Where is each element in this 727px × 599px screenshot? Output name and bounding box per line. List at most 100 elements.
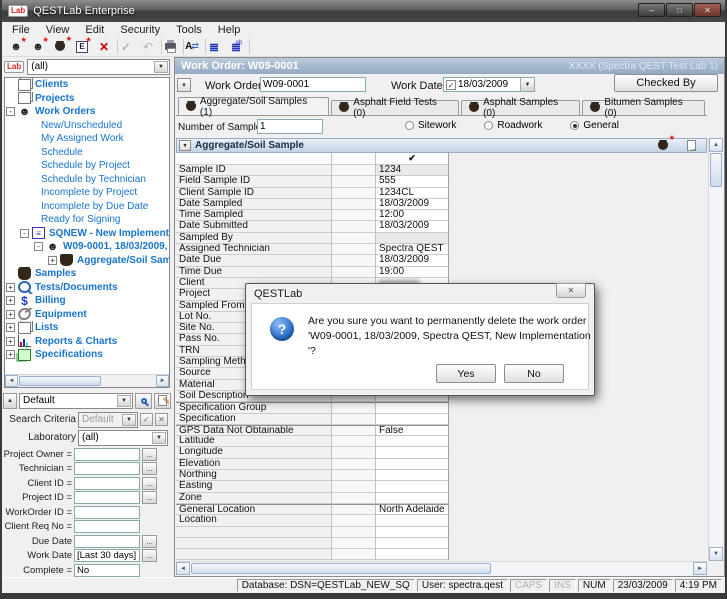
grid-row-value[interactable]: 18/03/2009 <box>376 255 449 266</box>
radio-icon[interactable] <box>405 121 414 130</box>
grid-row-value[interactable]: North Adelaide <box>376 504 449 515</box>
expand-toggle[interactable]: + <box>6 296 15 305</box>
new-sample-button[interactable] <box>49 38 71 56</box>
work-date-checkbox[interactable]: ✓ <box>446 80 456 90</box>
expand-toggle[interactable] <box>6 94 15 103</box>
search-criteria-select[interactable]: Default ▼ <box>78 412 138 428</box>
tree-item[interactable]: Projects <box>5 92 169 106</box>
grid-row-value[interactable] <box>376 459 449 470</box>
search-preset-select[interactable]: Default ▼ <box>19 393 133 409</box>
minimize-button[interactable] <box>638 3 665 17</box>
grid-row-value[interactable] <box>376 233 449 244</box>
tree-item[interactable]: Schedule <box>5 146 169 160</box>
clear-criteria-button[interactable]: ✕ <box>155 413 168 426</box>
tree-horizontal-scrollbar[interactable]: ◄ ► <box>5 374 169 387</box>
expand-toggle[interactable]: + <box>6 310 15 319</box>
search-field-input[interactable] <box>74 564 140 577</box>
laboratory-filter-select[interactable]: (all) ▼ <box>27 59 170 75</box>
no-button[interactable]: No <box>504 364 564 383</box>
collapse-form-button[interactable] <box>177 78 191 92</box>
ellipsis-button[interactable] <box>142 535 157 548</box>
run-search-button[interactable] <box>135 393 152 409</box>
sample-tab[interactable]: Aggregate/Soil Samples (1) <box>178 97 329 115</box>
menu-item[interactable]: Tools <box>168 24 210 36</box>
expand-toggle[interactable] <box>29 148 38 157</box>
expand-toggle[interactable] <box>29 202 38 211</box>
collapse-search-button[interactable]: ▲ <box>3 393 17 409</box>
tree-item[interactable]: Ready for Signing <box>5 213 169 227</box>
ellipsis-button[interactable] <box>142 448 157 461</box>
tree-item[interactable]: Samples <box>5 267 169 281</box>
tree-item[interactable]: Schedule by Technician <box>5 173 169 187</box>
sample-tab[interactable]: Asphalt Field Tests (0) <box>331 100 459 115</box>
spell-check-button[interactable] <box>181 38 203 56</box>
expand-toggle[interactable] <box>6 269 15 278</box>
tree-item[interactable]: Clients <box>5 78 169 92</box>
tree-item[interactable]: + Specifications <box>5 348 169 362</box>
work-date-picker[interactable]: ✓ 18/03/2009 ▼ <box>443 77 535 92</box>
sample-tab[interactable]: Bitumen Samples (0) <box>582 100 705 115</box>
search-field-input[interactable] <box>74 506 140 519</box>
tree-item[interactable]: + Lists <box>5 321 169 335</box>
grid-row-value[interactable]: 12:00 <box>376 210 449 221</box>
add-sample-button[interactable] <box>652 139 674 152</box>
grid-row-value[interactable]: 1234 <box>376 165 449 176</box>
search-field-input[interactable] <box>74 535 140 548</box>
expand-toggle[interactable] <box>29 175 38 184</box>
checked-by-button[interactable]: Checked By <box>614 74 718 92</box>
expand-toggle[interactable]: + <box>48 256 57 265</box>
expand-toggle[interactable] <box>6 80 15 89</box>
menu-item[interactable]: Help <box>210 24 249 36</box>
search-field-input[interactable] <box>74 491 140 504</box>
new-test-button[interactable] <box>71 38 93 56</box>
menu-item[interactable]: File <box>4 24 38 36</box>
scroll-left-icon[interactable]: ◄ <box>5 375 18 387</box>
tree-item[interactable]: + Reports & Charts <box>5 335 169 349</box>
tree-item[interactable]: + Equipment <box>5 308 169 322</box>
expand-toggle[interactable]: + <box>6 350 15 359</box>
tree-item[interactable]: + Tests/Documents <box>5 281 169 295</box>
chevron-down-icon[interactable]: ▼ <box>520 78 534 91</box>
grid-row-value[interactable]: 18/03/2009 <box>376 199 449 210</box>
tree-view-button[interactable] <box>203 38 225 56</box>
new-client-button[interactable] <box>5 38 27 56</box>
grid-row-value[interactable]: False <box>376 425 449 436</box>
menu-item[interactable]: View <box>38 24 78 36</box>
confirm-button[interactable] <box>115 38 137 56</box>
radio-option[interactable]: Sitework <box>405 120 456 131</box>
dialog-close-button[interactable] <box>556 283 586 298</box>
tree-item[interactable]: - SQNEW - New Implementation ( <box>5 227 169 241</box>
maximize-button[interactable] <box>666 3 693 17</box>
expand-toggle[interactable] <box>29 215 38 224</box>
grid-row-value[interactable] <box>376 414 449 425</box>
grid-row-value[interactable] <box>376 515 449 526</box>
vertical-scrollbar[interactable]: ▲ ▼ <box>708 138 723 561</box>
search-field-input[interactable] <box>74 462 140 475</box>
chevron-down-icon[interactable]: ▼ <box>154 61 168 73</box>
menu-item[interactable]: Edit <box>77 24 112 36</box>
chevron-down-icon[interactable]: ▼ <box>117 395 131 407</box>
tree-labels-button[interactable] <box>225 38 247 56</box>
expand-toggle[interactable]: - <box>20 229 29 238</box>
scrollbar-thumb[interactable] <box>710 153 722 187</box>
radio-option[interactable]: Roadwork <box>484 120 542 131</box>
ellipsis-button[interactable] <box>142 462 157 475</box>
expand-toggle[interactable]: + <box>6 337 15 346</box>
delete-button[interactable] <box>93 38 115 56</box>
undo-button[interactable] <box>137 38 159 56</box>
tree-item[interactable]: + Aggregate/Soil Sample <box>5 254 169 268</box>
radio-option[interactable]: General <box>570 120 619 131</box>
grid-row-value[interactable] <box>376 538 449 549</box>
ellipsis-button[interactable] <box>142 491 157 504</box>
search-field-input[interactable] <box>74 448 140 461</box>
tree-item[interactable]: - Work Orders <box>5 105 169 119</box>
print-button[interactable] <box>159 38 181 56</box>
title-bar[interactable]: Lab QESTLab Enterprise <box>2 0 725 22</box>
expand-toggle[interactable]: + <box>6 283 15 292</box>
grid-row-value[interactable] <box>376 447 449 458</box>
scroll-right-icon[interactable]: ► <box>156 375 169 387</box>
yes-button[interactable]: Yes <box>436 364 496 383</box>
expand-toggle[interactable] <box>29 161 38 170</box>
menu-item[interactable]: Security <box>112 24 168 36</box>
close-button[interactable] <box>694 3 721 17</box>
